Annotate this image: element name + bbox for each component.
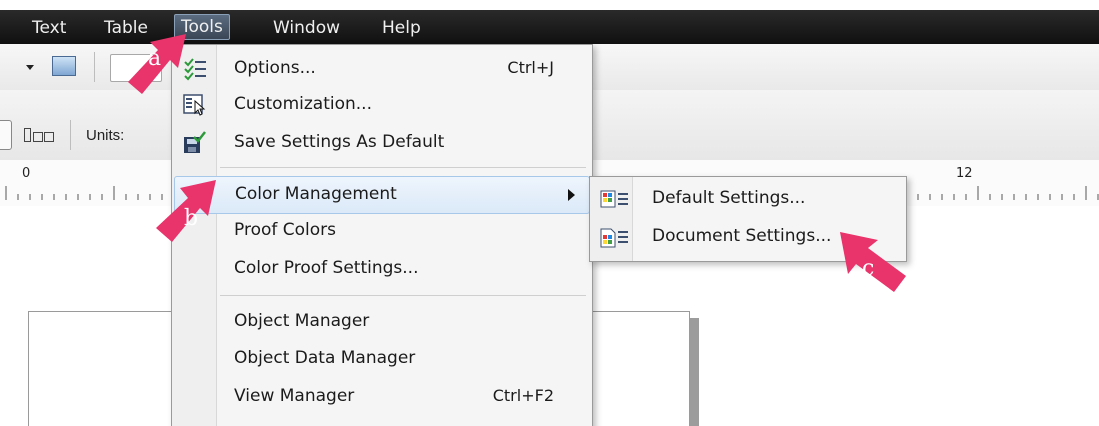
submenu-arrow-icon xyxy=(568,189,575,201)
menu-item-object-data-manager[interactable]: Object Data Manager xyxy=(174,341,588,377)
menu-item-label: Default Settings... xyxy=(652,188,806,208)
menu-item-object-manager[interactable]: Object Manager xyxy=(174,304,588,340)
pointer-arrow-icon xyxy=(840,232,906,292)
menu-item-label: Color Proof Settings... xyxy=(234,258,419,278)
menu-window[interactable]: Window xyxy=(267,16,346,40)
toolbar-separator xyxy=(94,52,95,82)
menu-item-label: Color Management xyxy=(235,184,397,204)
menu-item-view-manager[interactable]: View Manager Ctrl+F2 xyxy=(174,379,588,415)
menu-item-customization[interactable]: Customization... xyxy=(174,87,588,123)
dropdown-arrow-icon[interactable] xyxy=(26,65,34,70)
toolbar-separator xyxy=(70,120,71,150)
menu-item-label: Proof Colors xyxy=(234,220,336,240)
units-label: Units: xyxy=(86,127,125,144)
annotation-arrow-a: a xyxy=(120,32,210,102)
menu-item-proof-colors[interactable]: Proof Colors xyxy=(174,213,588,249)
page-layout-icon[interactable] xyxy=(24,124,56,144)
annotation-arrow-c: c xyxy=(836,228,922,300)
menu-item-label: Options... xyxy=(234,58,316,78)
default-settings-icon xyxy=(600,189,630,211)
menu-item-default-settings[interactable]: Default Settings... xyxy=(592,181,902,217)
menu-item-color-management[interactable]: Color Management xyxy=(174,176,590,214)
menu-item-options[interactable]: Options... Ctrl+J xyxy=(174,51,588,87)
tools-menu: Options... Ctrl+J Customization... Save … xyxy=(171,44,593,426)
document-settings-icon xyxy=(600,227,630,249)
menu-item-color-proof-settings[interactable]: Color Proof Settings... xyxy=(174,251,588,287)
ruler-label-0: 0 xyxy=(22,166,31,181)
menu-item-save-settings-default[interactable]: Save Settings As Default xyxy=(174,125,588,161)
menu-item-label: Object Data Manager xyxy=(234,348,416,368)
menu-item-label: View Manager xyxy=(234,386,355,406)
menu-item-label: Customization... xyxy=(234,94,372,114)
ruler-label-12: 12 xyxy=(956,166,973,181)
menu-item-label: Save Settings As Default xyxy=(234,132,445,152)
menu-help[interactable]: Help xyxy=(376,16,427,40)
app-window: Text Table Tools Window Help Units: inch… xyxy=(0,0,1099,426)
annotation-label-b: b xyxy=(184,206,199,231)
menu-item-shortcut: Ctrl+J xyxy=(507,58,554,77)
menu-item-shortcut: Ctrl+F2 xyxy=(492,386,554,405)
image-icon[interactable] xyxy=(52,56,76,76)
menu-separator xyxy=(220,295,586,296)
menu-separator xyxy=(220,167,586,168)
menu-item-label: Object Manager xyxy=(234,311,370,331)
pointer-arrow-icon xyxy=(128,34,186,94)
page-orientation-button[interactable] xyxy=(0,120,12,150)
menu-item-label: Document Settings... xyxy=(652,226,832,246)
menu-text[interactable]: Text xyxy=(26,16,72,40)
annotation-label-c: c xyxy=(862,256,875,281)
annotation-label-a: a xyxy=(148,46,162,71)
save-settings-icon xyxy=(182,131,208,155)
page-shadow xyxy=(689,318,699,426)
annotation-arrow-b: b xyxy=(150,176,230,250)
